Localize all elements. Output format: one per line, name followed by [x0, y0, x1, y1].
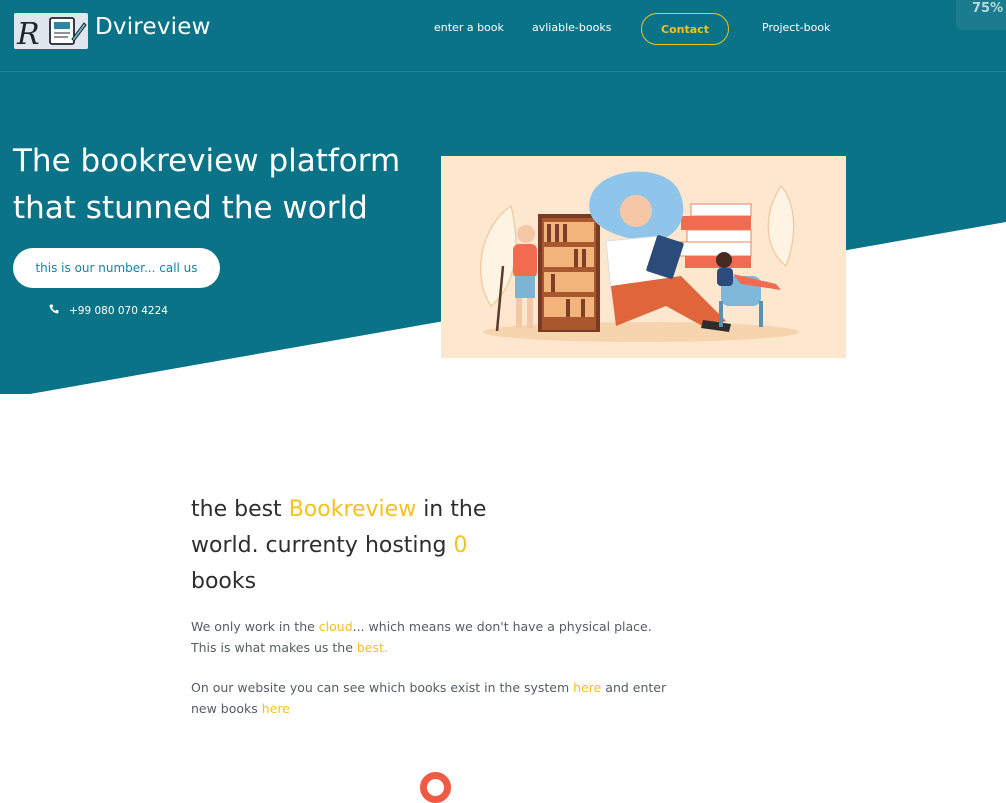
p2-text-a: On our website you can see which books e… [191, 680, 574, 695]
phone-row: +99 080 070 4224 [49, 304, 168, 317]
main-headline: the best Bookreview in the world. curren… [191, 492, 511, 600]
view-books-link[interactable]: here [573, 680, 601, 695]
book-count: 0 [453, 533, 468, 558]
logo-illustration: R [14, 13, 88, 49]
hero-title: The bookreview platform that stunned the… [13, 143, 401, 226]
best-link[interactable]: best. [357, 640, 388, 655]
loading-spinner [420, 772, 451, 803]
headline-part-1: the best [191, 497, 289, 522]
call-us-button[interactable]: this is our number... call us [13, 248, 220, 288]
svg-text:R: R [16, 17, 40, 49]
brand-name[interactable]: Dvireview [95, 14, 211, 40]
paragraph-cloud: We only work in the cloud... which means… [191, 617, 671, 658]
nav-available-books[interactable]: avliable-books [532, 21, 611, 34]
navbar-divider [0, 71, 1006, 72]
hero-illustration [441, 156, 846, 358]
p1-text-a: We only work in the [191, 619, 319, 634]
logo[interactable]: R [14, 13, 88, 49]
headline-part-3: books [191, 569, 257, 594]
phone-icon [49, 304, 59, 317]
contact-button[interactable]: Contact [641, 13, 729, 45]
cloud-link[interactable]: cloud [319, 619, 353, 634]
phone-number[interactable]: +99 080 070 4224 [69, 305, 168, 317]
progress-badge: 75% [956, 0, 1006, 30]
paragraph-books: On our website you can see which books e… [191, 678, 671, 719]
nav-project-book[interactable]: Project-book [762, 21, 830, 34]
enter-books-link[interactable]: here [262, 701, 290, 716]
headline-highlight-bookreview: Bookreview [288, 497, 417, 522]
nav-enter-book[interactable]: enter a book [434, 21, 504, 34]
